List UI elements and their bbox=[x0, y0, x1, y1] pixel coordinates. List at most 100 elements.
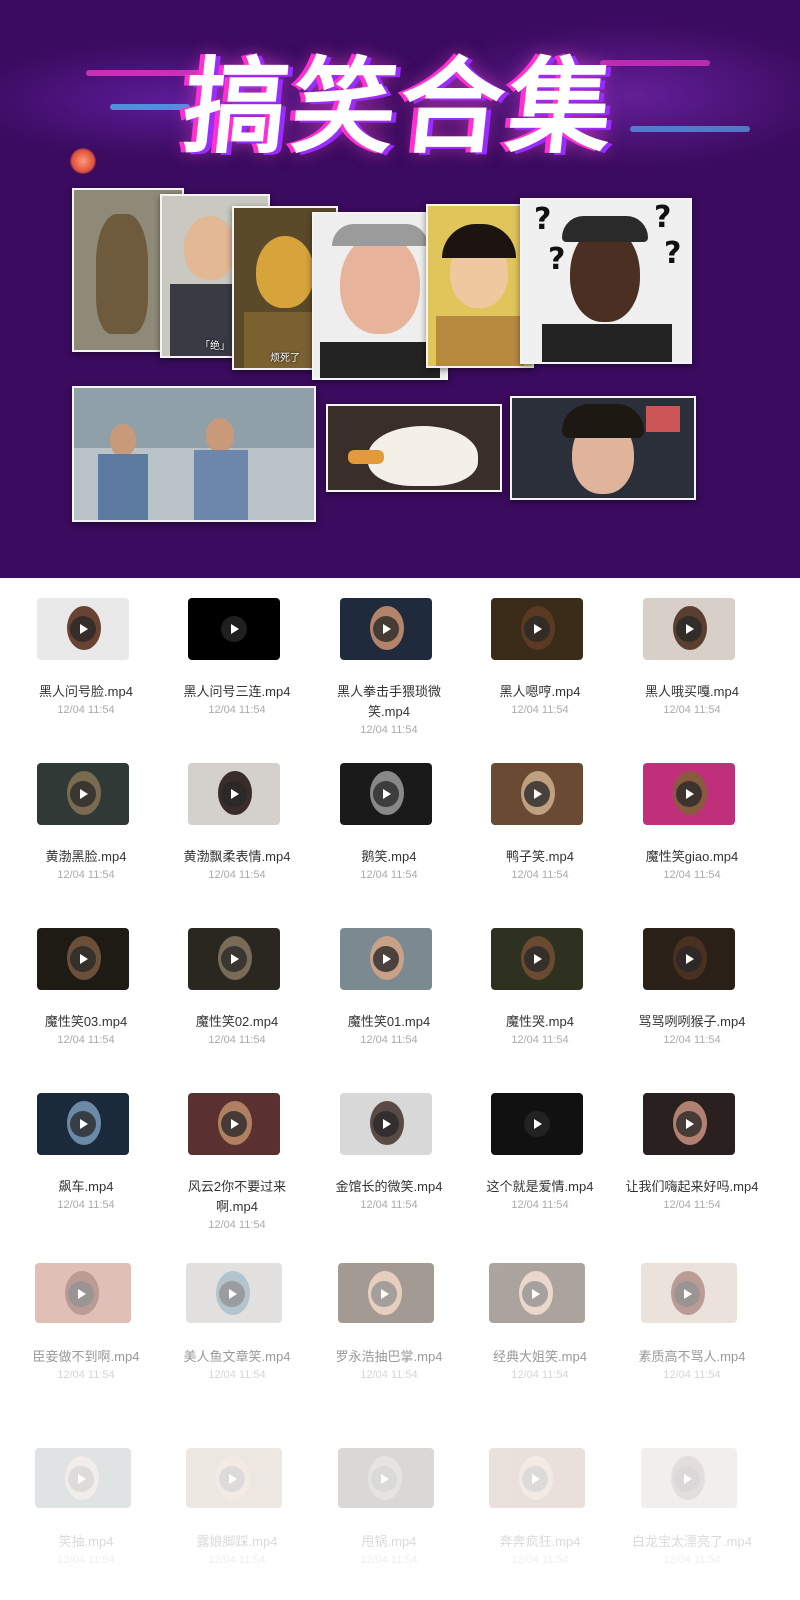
play-icon[interactable] bbox=[674, 1466, 700, 1492]
video-thumbnail[interactable] bbox=[37, 598, 129, 660]
file-name: 风云2你不要过来啊.mp4 bbox=[187, 1179, 287, 1214]
file-date: 12/04 11:54 bbox=[663, 1554, 721, 1566]
video-thumbnail[interactable] bbox=[643, 928, 735, 990]
play-icon[interactable] bbox=[522, 1466, 548, 1492]
file-date: 12/04 11:54 bbox=[663, 1034, 721, 1046]
file-date: 12/04 11:54 bbox=[57, 1369, 115, 1381]
video-thumbnail[interactable] bbox=[491, 763, 583, 825]
video-thumbnail[interactable] bbox=[37, 928, 129, 990]
file-date: 12/04 11:54 bbox=[57, 1554, 115, 1566]
play-icon[interactable] bbox=[371, 1466, 397, 1492]
collage-photo-police-office bbox=[72, 386, 316, 522]
video-thumbnail[interactable] bbox=[338, 1448, 434, 1508]
file-name: 黄渤黑脸.mp4 bbox=[45, 849, 127, 864]
file-name: 美人鱼文章笑.mp4 bbox=[183, 1349, 291, 1364]
file-grid: 黑人问号脸.mp4 12/04 11:54 黑人问号三连.mp4 12/04 11:5… bbox=[0, 578, 800, 1600]
video-thumbnail[interactable] bbox=[491, 598, 583, 660]
file-date: 12/04 11:54 bbox=[208, 1219, 266, 1231]
play-icon[interactable] bbox=[524, 781, 550, 807]
video-thumbnail[interactable] bbox=[340, 763, 432, 825]
video-thumbnail[interactable] bbox=[340, 928, 432, 990]
video-thumbnail[interactable] bbox=[186, 1448, 282, 1508]
video-thumbnail[interactable] bbox=[340, 1093, 432, 1155]
play-icon[interactable] bbox=[219, 1281, 245, 1307]
file-name: 素质高不骂人.mp4 bbox=[638, 1349, 746, 1364]
play-icon[interactable] bbox=[70, 781, 96, 807]
play-icon[interactable] bbox=[373, 616, 399, 642]
banner-glow-dot bbox=[70, 148, 96, 174]
play-icon[interactable] bbox=[373, 781, 399, 807]
video-thumbnail[interactable] bbox=[643, 1093, 735, 1155]
file-date: 12/04 11:54 bbox=[511, 869, 569, 881]
collage-photo-question-man: ? ? ? ? bbox=[520, 198, 692, 364]
file-date: 12/04 11:54 bbox=[511, 704, 569, 716]
file-name: 甩锅.mp4 bbox=[361, 1534, 417, 1549]
file-name: 魔性笑giao.mp4 bbox=[645, 849, 739, 864]
video-thumbnail[interactable] bbox=[37, 763, 129, 825]
play-icon[interactable] bbox=[676, 616, 702, 642]
file-date: 12/04 11:54 bbox=[663, 1369, 721, 1381]
play-icon[interactable] bbox=[68, 1466, 94, 1492]
video-thumbnail[interactable] bbox=[340, 598, 432, 660]
video-thumbnail[interactable] bbox=[35, 1448, 131, 1508]
play-icon[interactable] bbox=[371, 1281, 397, 1307]
play-icon[interactable] bbox=[70, 616, 96, 642]
play-icon[interactable] bbox=[524, 1111, 550, 1137]
video-thumbnail[interactable] bbox=[489, 1263, 585, 1323]
file-name: 让我们嗨起来好吗.mp4 bbox=[625, 1179, 759, 1194]
play-icon[interactable] bbox=[674, 1281, 700, 1307]
file-date: 12/04 11:54 bbox=[360, 869, 418, 881]
play-icon[interactable] bbox=[219, 1466, 245, 1492]
video-thumbnail[interactable] bbox=[643, 598, 735, 660]
file-name: 黑人问号脸.mp4 bbox=[39, 684, 133, 699]
file-date: 12/04 11:54 bbox=[208, 1369, 266, 1381]
file-name: 金馆长的微笑.mp4 bbox=[335, 1179, 443, 1194]
file-name: 臣妾做不到啊.mp4 bbox=[32, 1349, 140, 1364]
video-thumbnail[interactable] bbox=[35, 1263, 131, 1323]
banner-title: 搞笑合集 bbox=[177, 46, 623, 168]
video-thumbnail[interactable] bbox=[491, 928, 583, 990]
play-icon[interactable] bbox=[373, 946, 399, 972]
video-thumbnail[interactable] bbox=[489, 1448, 585, 1508]
video-thumbnail[interactable] bbox=[186, 1263, 282, 1323]
video-thumbnail[interactable] bbox=[188, 1093, 280, 1155]
file-date: 12/04 11:54 bbox=[511, 1199, 569, 1211]
file-date: 12/04 11:54 bbox=[360, 1034, 418, 1046]
file-name: 经典大姐笑.mp4 bbox=[493, 1349, 587, 1364]
play-icon[interactable] bbox=[524, 616, 550, 642]
play-icon[interactable] bbox=[373, 1111, 399, 1137]
video-thumbnail[interactable] bbox=[338, 1263, 434, 1323]
file-date: 12/04 11:54 bbox=[511, 1554, 569, 1566]
play-icon[interactable] bbox=[221, 616, 247, 642]
video-thumbnail[interactable] bbox=[491, 1093, 583, 1155]
play-icon[interactable] bbox=[68, 1281, 94, 1307]
file-name: 黑人嗯哼.mp4 bbox=[499, 684, 581, 699]
play-icon[interactable] bbox=[221, 1111, 247, 1137]
file-date: 12/04 11:54 bbox=[208, 869, 266, 881]
video-thumbnail[interactable] bbox=[37, 1093, 129, 1155]
play-icon[interactable] bbox=[522, 1281, 548, 1307]
play-icon[interactable] bbox=[676, 1111, 702, 1137]
video-thumbnail[interactable] bbox=[188, 928, 280, 990]
play-icon[interactable] bbox=[524, 946, 550, 972]
video-thumbnail[interactable] bbox=[643, 763, 735, 825]
play-icon[interactable] bbox=[70, 1111, 96, 1137]
file-date: 12/04 11:54 bbox=[360, 1554, 418, 1566]
play-icon[interactable] bbox=[676, 781, 702, 807]
file-name: 魔性哭.mp4 bbox=[506, 1014, 574, 1029]
file-name: 黑人问号三连.mp4 bbox=[183, 684, 291, 699]
video-thumbnail[interactable] bbox=[188, 763, 280, 825]
play-icon[interactable] bbox=[221, 781, 247, 807]
file-date: 12/04 11:54 bbox=[663, 1199, 721, 1211]
file-date: 12/04 11:54 bbox=[360, 1199, 418, 1211]
play-icon[interactable] bbox=[676, 946, 702, 972]
file-date: 12/04 11:54 bbox=[663, 869, 721, 881]
file-name: 黑人哦买嘎.mp4 bbox=[645, 684, 739, 699]
video-thumbnail[interactable] bbox=[641, 1263, 737, 1323]
play-icon[interactable] bbox=[70, 946, 96, 972]
file-date: 12/04 11:54 bbox=[511, 1369, 569, 1381]
play-icon[interactable] bbox=[221, 946, 247, 972]
video-thumbnail[interactable] bbox=[188, 598, 280, 660]
file-name: 罗永浩抽巴掌.mp4 bbox=[335, 1349, 443, 1364]
video-thumbnail[interactable] bbox=[641, 1448, 737, 1508]
